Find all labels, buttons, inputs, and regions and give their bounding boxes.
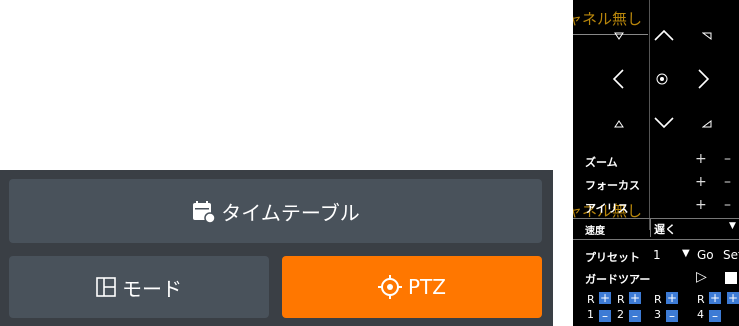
focus-in-button[interactable]: + xyxy=(695,174,707,190)
tour-r-label: R xyxy=(587,293,595,306)
tour-number: 4 xyxy=(697,308,704,321)
preset-go-button[interactable]: Go xyxy=(697,248,714,262)
play-icon[interactable]: ▷ xyxy=(696,269,707,285)
focus-label: フォーカス xyxy=(585,179,640,192)
no-channel-label: ャネル無し xyxy=(573,10,643,28)
up-left-arrow-icon[interactable] xyxy=(611,30,627,42)
tour-r-label: R xyxy=(617,293,625,306)
chevron-down-icon: ▼ xyxy=(729,221,736,231)
right-arrow-icon[interactable] xyxy=(695,66,713,92)
tour-remove-button[interactable]: – xyxy=(629,310,641,322)
tour-add-button[interactable]: + xyxy=(666,292,678,304)
tour-remove-button[interactable]: – xyxy=(599,310,611,322)
timetable-button[interactable]: タイムテーブル xyxy=(9,179,542,243)
down-left-arrow-icon[interactable] xyxy=(611,118,627,130)
left-arrow-icon[interactable] xyxy=(609,66,627,92)
tour-remove-button[interactable]: – xyxy=(666,310,678,322)
zoom-label: ズーム xyxy=(585,156,618,169)
ptz-button[interactable]: PTZ xyxy=(282,256,542,318)
mode-button[interactable]: モード xyxy=(9,256,269,318)
tour-r-label: R xyxy=(654,293,662,306)
preset-label: プリセット xyxy=(585,251,640,264)
speed-select[interactable]: 遅く ▼ xyxy=(650,219,739,237)
iris-label: アイリス xyxy=(585,202,629,215)
zoom-out-button[interactable]: – xyxy=(724,151,731,167)
layout-icon xyxy=(96,277,116,297)
tour-add-button[interactable]: + xyxy=(599,292,611,304)
zoom-in-button[interactable]: + xyxy=(695,151,707,167)
tour-add-button[interactable]: + xyxy=(709,292,721,304)
up-right-arrow-icon[interactable] xyxy=(699,30,715,42)
ptz-label: PTZ xyxy=(408,275,446,299)
divider xyxy=(649,0,650,230)
preset-set-button[interactable]: Set xyxy=(723,248,739,262)
timetable-label: タイムテーブル xyxy=(221,200,360,225)
calendar-icon xyxy=(193,201,216,223)
tour-r-label: R xyxy=(697,293,705,306)
focus-out-button[interactable]: – xyxy=(724,174,731,190)
tour-number: 3 xyxy=(654,308,661,321)
bottom-control-panel: タイムテーブル モード PTZ xyxy=(0,170,553,326)
iris-open-button[interactable]: + xyxy=(695,197,707,213)
tour-number: 1 xyxy=(587,308,594,321)
center-target-icon[interactable] xyxy=(653,70,671,88)
guard-tour-label: ガードツアー xyxy=(585,273,651,286)
tour-add-button[interactable]: + xyxy=(629,292,641,304)
tour-number: 2 xyxy=(617,308,624,321)
ptz-panel: ャネル無し ズーム + – フォーカス + – ャネル無し アイリス + – 速… xyxy=(573,0,739,326)
tour-remove-button[interactable]: – xyxy=(709,310,721,322)
iris-close-button[interactable]: – xyxy=(724,197,731,213)
up-arrow-icon[interactable] xyxy=(651,26,677,44)
speed-value: 遅く xyxy=(654,223,676,236)
tour-add-button[interactable]: + xyxy=(727,292,739,304)
preset-select[interactable]: 1 xyxy=(653,248,661,262)
speed-label: 速度 xyxy=(585,226,605,237)
crosshair-icon xyxy=(378,275,402,299)
mode-label: モード xyxy=(122,276,182,301)
chevron-down-icon: ▼ xyxy=(682,248,690,259)
down-arrow-icon[interactable] xyxy=(651,114,677,132)
down-right-arrow-icon[interactable] xyxy=(699,118,715,130)
stop-icon[interactable] xyxy=(725,272,737,284)
